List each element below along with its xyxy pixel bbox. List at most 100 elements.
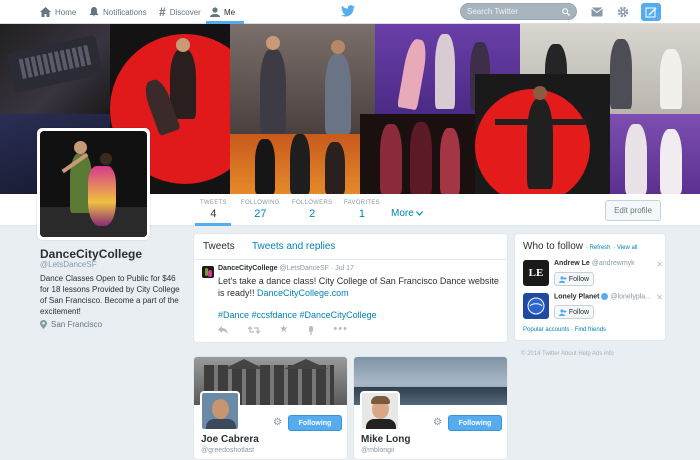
who-to-follow-title: Who to follow (523, 241, 584, 252)
tweet-link[interactable]: DanceCityCollege.com (257, 288, 349, 298)
location-pin-icon (40, 320, 47, 329)
nav-notifications[interactable]: Notifications (89, 0, 147, 24)
tweet-date[interactable]: Jul 17 (335, 265, 354, 272)
tweet-author-name[interactable]: DanceCityCollege (218, 265, 278, 272)
following-button[interactable]: Following (448, 415, 502, 431)
follow-button[interactable]: Follow (554, 305, 594, 319)
suggestion-display-name: Lonely Planet (554, 293, 600, 301)
top-navigation-bar: Home Notifications # Discover Me (0, 0, 700, 24)
suggestion-avatar[interactable]: LE (523, 260, 549, 286)
stat-followers-value: 2 (309, 208, 316, 220)
tab-divider (194, 259, 507, 260)
add-user-icon (558, 308, 567, 316)
suggestion-item: Lonely Planet @lonelypla... Follow ✕ (523, 293, 663, 323)
verified-badge-icon (601, 293, 609, 300)
le-logo-text: LE (528, 267, 544, 279)
tweet-author-handle[interactable]: @LetsDanceSF (279, 265, 329, 272)
dismiss-icon[interactable]: ✕ (656, 260, 663, 269)
search-icon[interactable] (562, 7, 570, 16)
follow-button[interactable]: Follow (554, 272, 594, 286)
more-label: More (391, 208, 414, 219)
profile-location: San Francisco (40, 320, 102, 329)
stat-tweets-label: TWEETS (200, 200, 227, 206)
tweet-hashtags[interactable]: #Dance #ccsfdance #DanceCityCollege (218, 310, 377, 320)
tweet-separator: · (330, 265, 334, 272)
who-to-follow-module: Who to follow · Refresh · View all LE An… (514, 233, 666, 341)
stat-following[interactable]: FOLLOWING 27 (241, 200, 280, 220)
stat-favorites-label: FAVORITES (344, 200, 380, 206)
stat-tweets[interactable]: TWEETS 4 (200, 200, 227, 220)
user-card[interactable]: ⚙ Following Joe Cabrera @greedoshotlast (193, 356, 348, 460)
gear-icon[interactable]: ⚙ (273, 417, 282, 428)
nav-discover-label: Discover (169, 7, 201, 17)
search-input[interactable] (467, 7, 557, 16)
user-card-handle: @mblongii (361, 447, 395, 454)
stat-tweets-value: 4 (210, 208, 217, 220)
refresh-link[interactable]: · Refresh (586, 245, 611, 251)
more-dropdown[interactable]: More (391, 208, 423, 219)
stat-following-value: 27 (254, 208, 267, 220)
gear-icon[interactable]: ⚙ (433, 417, 442, 428)
profile-handle: @LetsDanceSF (40, 260, 97, 269)
follow-label: Follow (568, 275, 590, 283)
suggestion-item: LE Andrew Le @andrewmyk Follow ✕ (523, 260, 663, 290)
tab-tweets[interactable]: Tweets (203, 241, 235, 252)
user-card[interactable]: ⚙ Following Mike Long @mblongii (353, 356, 508, 460)
who-to-follow-header: Who to follow · Refresh · View all (523, 241, 638, 252)
tweet-avatar[interactable] (202, 266, 214, 278)
profile-bio: Dance Classes Open to Public for $46 for… (40, 274, 180, 316)
home-icon (40, 7, 51, 17)
stat-following-label: FOLLOWING (241, 200, 280, 206)
profile-name: DanceCityCollege (40, 247, 143, 261)
user-card-name[interactable]: Joe Cabrera (201, 434, 259, 445)
suggestion-name[interactable]: Andrew Le @andrewmyk (554, 260, 635, 267)
hashtag-icon: # (159, 5, 166, 19)
edit-profile-button[interactable]: Edit profile (605, 200, 661, 221)
stat-favorites-value: 1 (358, 208, 366, 220)
suggestion-avatar[interactable] (523, 293, 549, 319)
favorite-star-icon[interactable]: ★ (279, 325, 288, 335)
nav-home-label: Home (55, 7, 77, 17)
who-to-follow-footer: Popular accounts · Find friends (523, 327, 606, 333)
find-friends-link[interactable]: · Find friends (571, 327, 606, 333)
messages-icon[interactable] (591, 7, 603, 17)
following-button[interactable]: Following (288, 415, 342, 431)
user-card-avatar[interactable] (360, 391, 400, 431)
search-box[interactable] (460, 3, 577, 20)
person-icon (210, 7, 220, 17)
twitter-bird-icon[interactable] (341, 5, 355, 17)
compose-tweet-button[interactable] (641, 3, 661, 21)
nav-discover[interactable]: # Discover (159, 0, 201, 24)
nav-home[interactable]: Home (40, 0, 76, 24)
tweet-header: DanceCityCollege @LetsDanceSF · Jul 17 (218, 265, 354, 272)
stat-followers-label: FOLLOWERS (292, 200, 333, 206)
view-all-link[interactable]: · View all (613, 245, 637, 251)
profile-avatar[interactable] (37, 128, 150, 240)
quill-icon (645, 7, 657, 18)
site-footer-links[interactable]: © 2014 Twitter About Help Ads info (521, 351, 614, 357)
stat-favorites[interactable]: FAVORITES 1 (344, 200, 380, 220)
tab-tweets-and-replies[interactable]: Tweets and replies (252, 241, 335, 252)
tweet-text: Let's take a dance class! City College o… (218, 275, 502, 299)
pocket-icon[interactable] (308, 326, 314, 335)
profile-location-text: San Francisco (51, 320, 103, 329)
stat-followers[interactable]: FOLLOWERS 2 (292, 200, 332, 220)
suggestion-display-name: Andrew Le (554, 260, 590, 267)
add-user-icon (558, 275, 567, 283)
popular-accounts-link[interactable]: Popular accounts (523, 327, 569, 333)
avatar-photo (40, 131, 147, 237)
more-options-icon[interactable]: ••• (333, 324, 348, 335)
user-card-avatar[interactable] (200, 391, 240, 431)
follow-label: Follow (568, 308, 590, 316)
chevron-down-icon (415, 211, 423, 216)
gear-icon[interactable] (617, 6, 629, 18)
dismiss-icon[interactable]: ✕ (656, 293, 663, 302)
reply-icon[interactable] (218, 326, 228, 334)
user-card-handle: @greedoshotlast (201, 447, 255, 454)
suggestion-handle: @lonelypla... (610, 293, 651, 301)
suggestion-name[interactable]: Lonely Planet @lonelypla... (554, 293, 651, 300)
retweet-icon[interactable] (247, 326, 260, 334)
bell-icon (89, 7, 99, 17)
user-card-name[interactable]: Mike Long (361, 434, 410, 445)
nav-notifications-label: Notifications (103, 7, 147, 17)
